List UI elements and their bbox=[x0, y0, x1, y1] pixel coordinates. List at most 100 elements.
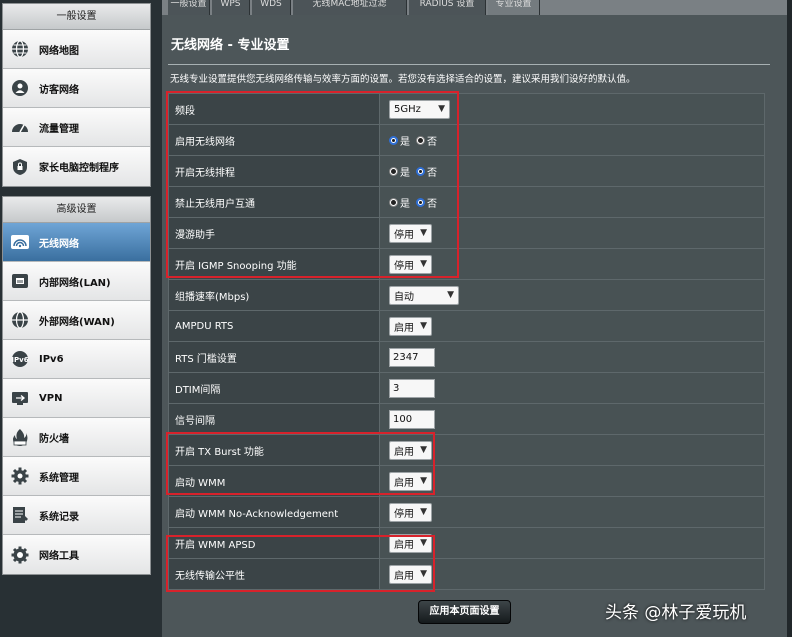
select-value: 启用 bbox=[394, 446, 414, 458]
firewall-icon bbox=[9, 426, 31, 448]
sidebar-item-label: 网络地图 bbox=[39, 45, 79, 57]
page-title: 无线网络 - 专业设置 bbox=[171, 38, 290, 53]
setting-row-wmm: 启动 WMM 启用 ▼ bbox=[168, 465, 765, 497]
select-value: 停用 bbox=[394, 260, 414, 272]
tab-bar: 一般设置 WPS WDS 无线MAC地址过滤 RADIUS 设置 专业设置 bbox=[162, 0, 787, 15]
tab-general[interactable]: 一般设置 bbox=[168, 0, 210, 15]
igmp-snooping-select[interactable]: 停用 ▼ bbox=[389, 254, 432, 274]
radio-button[interactable] bbox=[389, 166, 398, 176]
tab-radius[interactable]: RADIUS 设置 bbox=[409, 0, 486, 15]
sidebar-item-label: 访客网络 bbox=[39, 84, 79, 96]
sidebar-item-vpn[interactable]: VPN bbox=[3, 379, 150, 418]
advanced-settings-group: 高级设置 无线网络 内部网络(LAN) 外部网络(WAN) IPv6 IPv6 bbox=[2, 196, 151, 575]
apply-button[interactable]: 应用本页面设置 bbox=[418, 600, 511, 624]
watermark-text: 头条 @林子爱玩机 bbox=[605, 603, 747, 623]
radio-option-no[interactable]: 否 bbox=[416, 164, 437, 179]
select-value: 启用 bbox=[394, 570, 414, 582]
sidebar-item-label: 网络工具 bbox=[39, 551, 79, 562]
sidebar-item-network-map[interactable]: 网络地图 bbox=[3, 30, 150, 69]
page-scrollbar[interactable] bbox=[787, 0, 792, 637]
ap-isolation-radio-group: 是否 bbox=[389, 195, 437, 210]
band-select[interactable]: 5GHz ▼ bbox=[389, 99, 450, 119]
setting-label: 启用无线网络 bbox=[168, 124, 380, 156]
radio-button[interactable] bbox=[416, 197, 425, 207]
tab-wds[interactable]: WDS bbox=[252, 0, 291, 15]
setting-label: 无线传输公平性 bbox=[168, 558, 380, 590]
sidebar-item-ipv6[interactable]: IPv6 IPv6 bbox=[3, 340, 150, 379]
multicast-rate-select[interactable]: 自动 ▼ bbox=[389, 285, 459, 305]
radio-option-no[interactable]: 否 bbox=[416, 195, 437, 210]
setting-label: AMPDU RTS bbox=[168, 310, 380, 342]
setting-row-wmm-apsd: 开启 WMM APSD 启用 ▼ bbox=[168, 527, 765, 559]
vpn-icon bbox=[9, 387, 31, 409]
sidebar-item-wireless[interactable]: 无线网络 bbox=[3, 223, 150, 262]
sidebar-item-firewall[interactable]: 防火墙 bbox=[3, 418, 150, 457]
sidebar-item-parental-control[interactable]: 家长电脑控制程序 bbox=[3, 147, 150, 186]
setting-control-cell: 2347 bbox=[379, 341, 765, 373]
setting-control-cell: 停用 ▼ bbox=[379, 248, 765, 280]
sidebar-item-lan[interactable]: 内部网络(LAN) bbox=[3, 262, 150, 301]
setting-control-cell: 停用 ▼ bbox=[379, 496, 765, 528]
title-divider bbox=[168, 64, 770, 65]
radio-button[interactable] bbox=[389, 135, 398, 145]
select-value: 启用 bbox=[394, 322, 414, 334]
tab-mac-filter[interactable]: 无线MAC地址过滤 bbox=[293, 0, 407, 15]
radio-button[interactable] bbox=[416, 166, 425, 176]
setting-label: DTIM间隔 bbox=[168, 372, 380, 404]
radio-label: 否 bbox=[427, 136, 437, 148]
setting-row-beacon-interval: 信号间隔 100 bbox=[168, 403, 765, 435]
radio-label: 是 bbox=[400, 136, 410, 148]
airtime-fairness-select[interactable]: 启用 ▼ bbox=[389, 564, 432, 584]
wmm-apsd-select[interactable]: 启用 ▼ bbox=[389, 533, 432, 553]
setting-control-cell: 启用 ▼ bbox=[379, 527, 765, 559]
beacon-interval-input[interactable]: 100 bbox=[389, 409, 435, 429]
tab-professional[interactable]: 专业设置 bbox=[488, 0, 540, 15]
wmm-no-ack-select[interactable]: 停用 ▼ bbox=[389, 502, 432, 522]
wmm-select[interactable]: 启用 ▼ bbox=[389, 471, 432, 491]
setting-control-cell: 启用 ▼ bbox=[379, 465, 765, 497]
tx-burst-select[interactable]: 启用 ▼ bbox=[389, 440, 432, 460]
sidebar-item-label: 流量管理 bbox=[39, 123, 79, 135]
setting-row-dtim-interval: DTIM间隔 3 bbox=[168, 372, 765, 404]
select-value: 停用 bbox=[394, 508, 414, 520]
rts-threshold-input[interactable]: 2347 bbox=[389, 347, 435, 367]
tab-wps[interactable]: WPS bbox=[212, 0, 250, 15]
setting-label: 信号间隔 bbox=[168, 403, 380, 435]
radio-label: 是 bbox=[400, 198, 410, 210]
setting-label: 组播速率(Mbps) bbox=[168, 279, 380, 311]
radio-option-yes[interactable]: 是 bbox=[389, 133, 410, 148]
radio-option-no[interactable]: 否 bbox=[416, 133, 437, 148]
sidebar-item-system-log[interactable]: 系统记录 bbox=[3, 496, 150, 535]
select-value: 启用 bbox=[394, 539, 414, 551]
radio-button[interactable] bbox=[389, 197, 398, 207]
sidebar-item-label: 系统记录 bbox=[39, 511, 79, 523]
sidebar-item-guest-network[interactable]: 访客网络 bbox=[3, 69, 150, 108]
setting-label: 开启无线排程 bbox=[168, 155, 380, 187]
radio-option-yes[interactable]: 是 bbox=[389, 195, 410, 210]
setting-control-cell: 是否 bbox=[379, 124, 765, 156]
chevron-down-icon: ▼ bbox=[420, 476, 427, 486]
setting-control-cell: 是否 bbox=[379, 155, 765, 187]
log-icon bbox=[9, 504, 31, 526]
radio-option-yes[interactable]: 是 bbox=[389, 164, 410, 179]
select-value: 启用 bbox=[394, 477, 414, 489]
sidebar: 一般设置 网络地图 访客网络 流量管理 家长电脑控制程序 高级设置 无线网络 内… bbox=[0, 0, 153, 637]
setting-control-cell: 5GHz ▼ bbox=[379, 93, 765, 125]
sidebar-item-administration[interactable]: 系统管理 bbox=[3, 457, 150, 496]
general-settings-group: 一般设置 网络地图 访客网络 流量管理 家长电脑控制程序 bbox=[2, 3, 151, 187]
sidebar-item-wan[interactable]: 外部网络(WAN) bbox=[3, 301, 150, 340]
general-settings-header: 一般设置 bbox=[3, 4, 150, 30]
dtim-interval-input[interactable]: 3 bbox=[389, 378, 435, 398]
ampdu-rts-select[interactable]: 启用 ▼ bbox=[389, 316, 432, 336]
sidebar-item-label: 系统管理 bbox=[39, 472, 79, 484]
select-value: 停用 bbox=[394, 229, 414, 241]
sidebar-item-traffic-manager[interactable]: 流量管理 bbox=[3, 108, 150, 147]
sidebar-item-label: 外部网络(WAN) bbox=[39, 316, 115, 328]
setting-label: 开启 WMM APSD bbox=[168, 527, 380, 559]
radio-button[interactable] bbox=[416, 135, 425, 145]
setting-control-cell: 停用 ▼ bbox=[379, 217, 765, 249]
setting-label: 启动 WMM bbox=[168, 465, 380, 497]
sidebar-item-network-tools[interactable]: 网络工具 bbox=[3, 535, 150, 574]
setting-label: RTS 门槛设置 bbox=[168, 341, 380, 373]
roaming-assistant-select[interactable]: 停用 ▼ bbox=[389, 223, 432, 243]
